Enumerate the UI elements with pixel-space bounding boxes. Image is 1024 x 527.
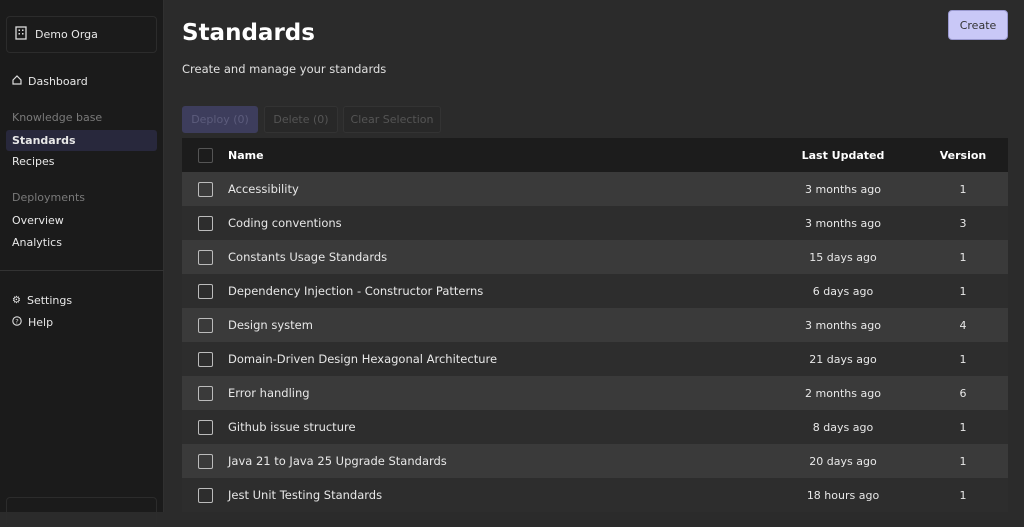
last-updated: 3 months ago	[768, 308, 918, 342]
nav-label: Help	[28, 316, 54, 329]
version: 1	[918, 172, 1008, 206]
org-switcher[interactable]: Demo Orga	[6, 16, 157, 53]
gear-icon: ⚙	[12, 295, 21, 306]
nav-analytics[interactable]: Analytics	[6, 232, 157, 253]
row-checkbox[interactable]	[197, 283, 213, 299]
deploy-button[interactable]: Deploy (0)	[182, 106, 258, 133]
table-row[interactable]: Design system 3 months ago 4	[182, 308, 1008, 342]
row-checkbox[interactable]	[197, 453, 213, 469]
home-icon	[12, 75, 22, 88]
version: 1	[918, 240, 1008, 274]
column-version[interactable]: Version	[918, 138, 1008, 172]
table-row[interactable]: Github issue structure 8 days ago 1	[182, 410, 1008, 444]
standard-name[interactable]: Constants Usage Standards	[228, 240, 768, 274]
select-all-checkbox[interactable]	[197, 147, 213, 163]
version: 1	[918, 444, 1008, 478]
nav-settings[interactable]: ⚙ Settings	[6, 290, 157, 311]
version: 4	[918, 308, 1008, 342]
page-title: Standards	[182, 20, 315, 46]
nav-dashboard[interactable]: Dashboard	[6, 71, 157, 92]
svg-text:?: ?	[15, 318, 18, 326]
table-row[interactable]: Dependency Injection - Constructor Patte…	[182, 274, 1008, 308]
table-row[interactable]: Constants Usage Standards 15 days ago 1	[182, 240, 1008, 274]
standard-name[interactable]: Jest Unit Testing Standards	[228, 478, 768, 512]
version: 1	[918, 478, 1008, 512]
last-updated: 3 months ago	[768, 172, 918, 206]
row-checkbox[interactable]	[197, 249, 213, 265]
version: 1	[918, 274, 1008, 308]
last-updated: 8 days ago	[768, 410, 918, 444]
building-icon	[15, 26, 27, 43]
standard-name[interactable]: Dependency Injection - Constructor Patte…	[228, 274, 768, 308]
page-subtitle: Create and manage your standards	[182, 62, 387, 76]
table-row[interactable]: Domain-Driven Design Hexagonal Architect…	[182, 342, 1008, 376]
standard-name[interactable]: Design system	[228, 308, 768, 342]
table-row[interactable]: Java 21 to Java 25 Upgrade Standards 20 …	[182, 444, 1008, 478]
last-updated: 2 months ago	[768, 376, 918, 410]
nav-recipes[interactable]: Recipes	[6, 151, 157, 172]
nav-label: Dashboard	[28, 75, 88, 88]
last-updated: 6 days ago	[768, 274, 918, 308]
standard-name[interactable]: Coding conventions	[228, 206, 768, 240]
create-button[interactable]: Create	[948, 10, 1008, 40]
last-updated: 3 months ago	[768, 206, 918, 240]
section-knowledge-base: Knowledge base	[12, 111, 103, 124]
last-updated: 21 days ago	[768, 342, 918, 376]
nav-help[interactable]: ? Help	[6, 312, 157, 333]
standard-name[interactable]: Error handling	[228, 376, 768, 410]
table-header: Name Last Updated Version	[182, 138, 1008, 172]
org-name: Demo Orga	[35, 28, 98, 41]
version: 1	[918, 410, 1008, 444]
sidebar: Demo Orga Dashboard Knowledge base Stand…	[0, 0, 164, 527]
standards-table: Name Last Updated Version Accessibility …	[182, 138, 1008, 512]
row-checkbox[interactable]	[197, 317, 213, 333]
table-row[interactable]: Coding conventions 3 months ago 3	[182, 206, 1008, 240]
row-checkbox[interactable]	[197, 215, 213, 231]
standard-name[interactable]: Accessibility	[228, 172, 768, 206]
last-updated: 18 hours ago	[768, 478, 918, 512]
delete-button[interactable]: Delete (0)	[264, 106, 338, 133]
standard-name[interactable]: Java 21 to Java 25 Upgrade Standards	[228, 444, 768, 478]
help-icon: ?	[12, 316, 22, 329]
section-deployments: Deployments	[12, 191, 86, 204]
row-checkbox[interactable]	[197, 385, 213, 401]
nav-overview[interactable]: Overview	[6, 210, 157, 231]
standard-name[interactable]: Domain-Driven Design Hexagonal Architect…	[228, 342, 768, 376]
nav-standards[interactable]: Standards	[6, 130, 157, 151]
nav-label: Settings	[26, 294, 73, 307]
clear-selection-button[interactable]: Clear Selection	[343, 106, 441, 133]
column-last-updated[interactable]: Last Updated	[768, 138, 918, 172]
sidebar-divider	[0, 270, 164, 271]
row-checkbox[interactable]	[197, 419, 213, 435]
version: 1	[918, 342, 1008, 376]
table-row[interactable]: Error handling 2 months ago 6	[182, 376, 1008, 410]
last-updated: 15 days ago	[768, 240, 918, 274]
version: 6	[918, 376, 1008, 410]
column-name[interactable]: Name	[228, 138, 768, 172]
row-checkbox[interactable]	[197, 181, 213, 197]
table-row[interactable]: Jest Unit Testing Standards 18 hours ago…	[182, 478, 1008, 512]
row-checkbox[interactable]	[197, 487, 213, 503]
table-row[interactable]: Accessibility 3 months ago 1	[182, 172, 1008, 206]
last-updated: 20 days ago	[768, 444, 918, 478]
version: 3	[918, 206, 1008, 240]
row-checkbox[interactable]	[197, 351, 213, 367]
user-menu[interactable]	[6, 497, 157, 527]
standard-name[interactable]: Github issue structure	[228, 410, 768, 444]
